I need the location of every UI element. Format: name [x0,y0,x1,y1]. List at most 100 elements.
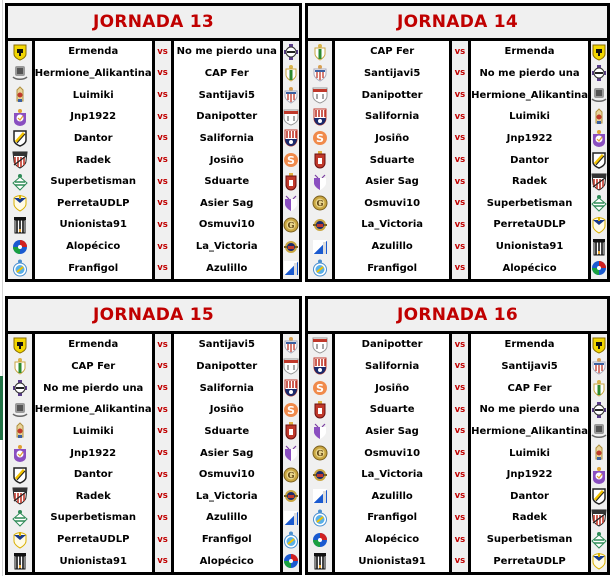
home-crest-cell [308,550,332,572]
hermione-alikantina-crest-icon [591,422,607,440]
away-crest-cell: G [283,464,299,486]
away-team-name: Franfigol [201,534,252,546]
away-crest-column [590,41,607,279]
josino-crest-icon: S [312,129,328,147]
franfigol-crest-icon [283,531,299,549]
home-crest-cell [8,257,32,279]
home-crest-cell [8,550,32,572]
cap-fer-crest-icon [12,357,28,376]
away-crest-cell [283,550,299,572]
away-team-name: Luimiki [509,111,550,123]
vs-label: vs [157,448,168,459]
jnp1922-crest-icon [591,466,607,484]
salifornia-crest-icon [312,108,328,126]
home-crest-cell [308,41,332,63]
home-team-name: Franfigol [367,512,418,524]
home-team-name: Alopécico [365,534,420,546]
svg-text:S: S [287,154,295,167]
svg-text:S: S [287,404,295,417]
vs-label: vs [454,133,466,144]
no-me-pierdo-una-crest-icon [591,64,607,82]
alopecico-crest-icon [312,531,328,549]
away-crest-cell: G [283,214,299,236]
away-team-name: Luimiki [509,447,550,459]
home-crest-cell: S [308,377,332,399]
sduarte-crest-icon [312,151,328,169]
away-crest-column: SG [283,41,299,279]
away-team-name: Salifornia [199,132,254,144]
home-team-name: Danipotter [361,89,423,101]
luimiki-crest-icon [12,422,28,440]
sduarte-crest-icon [312,400,328,419]
home-crest-cell [8,192,32,214]
away-team-name: Asier Sag [200,197,254,209]
dantor-crest-icon [591,487,607,506]
vs-label: vs [157,556,168,567]
franfigol-crest-icon [312,259,328,277]
home-team-name: Hermione_Alikantina [34,404,152,416]
home-crest-cell [8,421,32,443]
away-crest-cell [283,106,299,128]
alopecico-crest-icon [283,552,299,570]
home-crest-cell [8,442,32,464]
jnp1922-crest-icon [12,444,28,463]
fixtures-table: S G CAP Fer Santijavi5 Danipotter Salifornia J… [308,41,607,279]
svg-text:G: G [288,470,295,480]
salifornia-crest-icon [312,357,328,375]
away-crest-cell [591,63,607,85]
home-crest-cell [8,529,32,551]
home-team-name: Osmuvi10 [364,197,421,209]
santijavi5-crest-icon [283,86,299,104]
away-crest-cell [591,485,607,507]
vs-label: vs [157,68,168,79]
away-crest-cell [591,106,607,128]
perretaudlp-crest-icon [591,216,607,234]
home-crest-cell [8,128,32,150]
away-crest-cell [283,171,299,193]
away-crest-cell [591,84,607,106]
home-crest-cell: G [308,192,332,214]
away-crest-cell [591,171,607,193]
josino-crest-icon: S [312,379,328,397]
home-crest-cell [308,334,332,356]
away-team-column: No me pierdo una CAP Fer Santijavi5 Danipot… [173,41,283,279]
vs-label: vs [454,404,466,415]
home-team-column: Danipotter Salifornia Josiño Sduarte Asier S… [335,334,452,572]
home-team-name: Dantor [73,469,113,481]
alopecico-crest-icon [591,259,607,277]
svg-text:S: S [316,382,324,395]
jornada-panel-15: JORNADA 15 Ermenda CAP Fer No me pierdo una… [5,296,302,575]
home-team-name: Salifornia [364,360,420,372]
home-team-name: Franfigol [367,262,418,274]
away-team-name: Santijavi5 [198,339,255,351]
away-crest-cell [283,529,299,551]
osmuvi10-crest-icon: G [283,216,299,234]
vs-label: vs [157,90,168,101]
alopecico-crest-icon [12,238,28,256]
away-crest-cell [283,377,299,399]
away-team-name: Sduarte [204,176,250,188]
home-team-name: Radek [75,154,111,166]
danipotter-crest-icon [312,86,328,104]
home-team-name: Ermenda [68,339,119,351]
home-team-name: Asier Sag [365,425,419,437]
la-victoria-crest-icon [312,216,328,234]
luimiki-crest-icon [591,108,607,126]
away-team-name: No me pierdo una [479,67,580,79]
cap-fer-crest-icon [283,64,299,83]
away-team-name: Osmuvi10 [198,219,255,231]
vs-label: vs [454,383,466,394]
home-team-name: Franfigol [68,262,119,274]
home-team-name: Superbetisman [50,176,136,188]
away-team-name: Asier Sag [200,447,254,459]
away-crest-cell [283,507,299,529]
vs-label: vs [454,46,466,57]
vs-label: vs [157,176,168,187]
home-team-name: Josiño [375,132,410,144]
away-crest-cell [591,550,607,572]
away-team-name: Radek [512,512,548,524]
away-crest-cell [283,334,299,356]
home-team-name: No me pierdo una [43,382,144,394]
away-crest-cell [283,356,299,378]
away-team-name: Jnp1922 [506,469,553,481]
